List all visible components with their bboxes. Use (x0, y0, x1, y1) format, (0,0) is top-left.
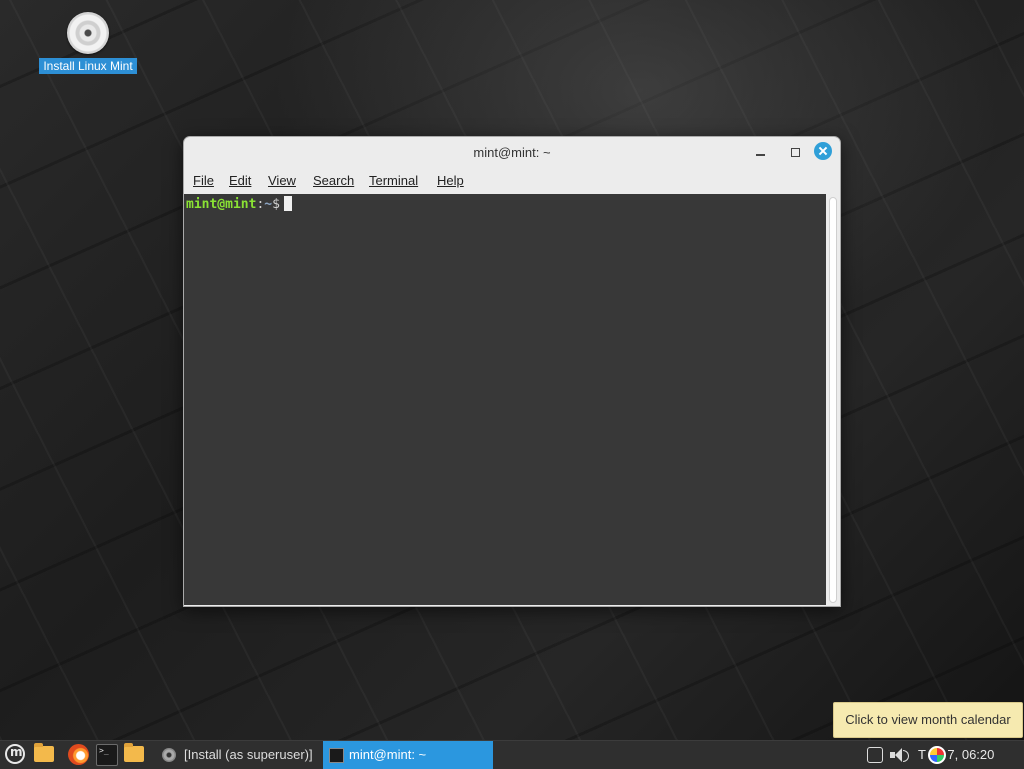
menu-file[interactable]: File (193, 173, 214, 188)
taskbar-item-label: mint@mint: ~ (349, 747, 427, 762)
taskbar-item-terminal[interactable]: mint@mint: ~ (323, 741, 493, 769)
calendar-tooltip: Click to view month calendar (833, 702, 1023, 738)
scrollbar[interactable] (826, 194, 840, 605)
terminal-area[interactable]: mint@mint:~$ (184, 194, 826, 605)
prompt-symbol: $ (272, 197, 280, 212)
menu-view[interactable]: View (268, 173, 296, 188)
files-icon[interactable] (124, 743, 144, 762)
close-button[interactable] (814, 142, 832, 160)
menu-terminal[interactable]: Terminal (369, 173, 418, 188)
disc-icon (162, 748, 176, 762)
taskbar: [Install (as superuser)] mint@mint: ~ T … (0, 740, 1024, 769)
menu-help[interactable]: Help (437, 173, 464, 188)
taskbar-item-label: [Install (as superuser)] (184, 747, 313, 762)
network-icon[interactable] (867, 747, 883, 763)
desktop-icon-install-linux-mint[interactable]: Install Linux Mint (30, 12, 146, 74)
firefox-icon[interactable] (68, 744, 89, 765)
prompt-path: ~ (264, 197, 273, 212)
maximize-button[interactable] (787, 143, 805, 161)
scrollbar-thumb[interactable] (829, 197, 837, 603)
terminal-window[interactable]: mint@mint: ~ File Edit View Search Termi… (183, 136, 841, 607)
terminal-icon[interactable] (96, 744, 118, 766)
menu-edit[interactable]: Edit (229, 173, 251, 188)
window-titlebar[interactable]: mint@mint: ~ (184, 137, 840, 167)
shell-prompt: mint@mint:~$ (186, 196, 292, 212)
menu-search[interactable]: Search (313, 173, 354, 188)
folder-icon[interactable] (34, 743, 54, 762)
volume-icon[interactable] (890, 747, 909, 763)
terminal-icon (329, 748, 344, 763)
prompt-user-host: mint@mint (186, 197, 257, 212)
menu-bar: File Edit View Search Terminal Help (184, 170, 840, 194)
disc-icon[interactable] (67, 12, 109, 54)
mint-menu-icon[interactable] (5, 744, 25, 764)
desktop-icon-label[interactable]: Install Linux Mint (39, 58, 137, 74)
minimize-button[interactable] (752, 143, 770, 161)
window-title: mint@mint: ~ (473, 145, 551, 160)
calendar-icon[interactable] (928, 746, 946, 764)
taskbar-item-install[interactable]: [Install (as superuser)] (158, 741, 344, 769)
text-cursor (283, 196, 292, 211)
